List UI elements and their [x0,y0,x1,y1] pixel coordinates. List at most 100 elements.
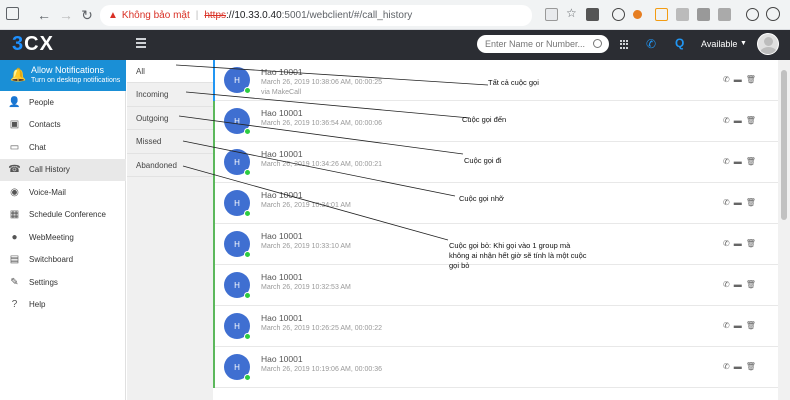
online-status-icon [244,374,251,381]
online-status-icon [244,333,251,340]
tab-icon[interactable] [6,7,19,20]
trash-icon[interactable]: 🗑 [746,75,756,84]
chat-icon[interactable]: ▬ [734,321,742,330]
phone-icon[interactable]: ✆ [723,321,730,330]
chat-icon[interactable]: ▬ [734,239,742,248]
phone-icon[interactable]: ✆ [723,75,730,84]
phone-icon[interactable]: ✆ [646,37,656,51]
chevron-down-icon[interactable]: ▼ [740,40,747,47]
trash-icon[interactable]: 🗑 [746,157,756,166]
sidebar-item-label: Contacts [29,120,61,129]
sidebar-item-label: Schedule Conference [29,210,106,219]
phone-icon[interactable]: ✆ [723,280,730,289]
call-type-bar [213,101,215,142]
star-icon[interactable]: ☆ [566,6,579,20]
scrollbar-thumb[interactable] [781,70,787,220]
extension-icon[interactable] [612,8,625,21]
phone-icon[interactable]: ✆ [723,239,730,248]
user-avatar[interactable] [757,33,779,55]
allow-notifications-banner[interactable]: 🔔 Allow Notifications Turn on desktop no… [0,60,126,91]
search-input[interactable] [477,35,609,53]
dialpad-icon[interactable] [620,40,629,49]
extension-icon[interactable] [676,8,689,21]
filter-all[interactable]: All [127,60,213,83]
scrollbar[interactable] [778,60,790,400]
sidebar-item-help[interactable]: ? Help [0,294,126,316]
download-icon[interactable] [586,8,599,21]
voicemail-icon: ◉ [10,186,19,198]
phone-icon[interactable]: ✆ [723,116,730,125]
chat-icon[interactable]: ▬ [734,116,742,125]
sidebar-item-switchboard[interactable]: ▤ Switchboard [0,249,126,271]
call-timestamp: March 26, 2019 10:19:06 AM, 00:00:36 [261,366,383,373]
trash-icon[interactable]: 🗑 [746,116,756,125]
status-label[interactable]: Available [701,39,737,49]
filter-missed[interactable]: Missed [127,131,213,154]
trash-icon[interactable]: 🗑 [746,362,756,371]
filter-incoming[interactable]: Incoming [127,84,213,107]
chat-icon[interactable]: ▬ [734,362,742,371]
chat-icon[interactable]: ▬ [734,75,742,84]
sidebar-item-schedule-conference[interactable]: ▦ Schedule Conference [0,204,126,226]
queue-icon[interactable]: Q [675,36,684,50]
address-bar[interactable]: ▲ Không bảo mật | https ://10.33.0.40 :5… [100,5,532,26]
caller-name: Hao 10001 [261,313,303,323]
reload-icon[interactable]: ↻ [79,7,95,23]
call-timestamp: March 26, 2019 10:38:06 AM, 00:00:25 [261,79,383,86]
sidebar-item-voice-mail[interactable]: ◉ Voice-Mail [0,181,126,203]
extension-icon[interactable] [697,8,710,21]
call-type-bar [213,265,215,306]
url-host: ://10.33.0.40 [226,10,282,21]
extension-icon[interactable] [718,8,731,21]
row-actions: ✆ ▬ 🗑 [723,280,756,289]
call-type-bar [213,142,215,183]
annotation-missed: Cuộc gọi nhỡ [459,194,504,203]
caller-name: Hao 10001 [261,149,303,159]
filter-abandoned[interactable]: Abandoned [127,154,213,177]
hamburger-icon[interactable] [136,38,146,50]
insecure-label: Không bảo mật [121,10,190,21]
sidebar-item-label: Settings [29,277,58,287]
forward-icon[interactable]: → [58,7,74,23]
chat-icon[interactable]: ▬ [734,157,742,166]
sidebar-item-people[interactable]: 👤 People [0,91,126,113]
sidebar-item-chat[interactable]: ▭ Chat [0,136,126,158]
translate-icon[interactable] [545,8,558,21]
sidebar-item-contacts[interactable]: ▣ Contacts [0,114,126,136]
table-row[interactable]: H Hao 10001 March 26, 2019 10:19:06 AM, 00… [213,347,778,388]
filter-outgoing[interactable]: Outgoing [127,107,213,130]
phone-icon[interactable]: ✆ [723,198,730,207]
sidebar-item-label: Help [29,300,46,309]
sidebar-item-call-history[interactable]: ☎ Call History [0,158,126,181]
sidebar-item-label: People [29,97,54,107]
profile-icon[interactable] [746,8,759,21]
trash-icon[interactable]: 🗑 [746,239,756,248]
trash-icon[interactable]: 🗑 [746,198,756,207]
phone-icon[interactable]: ✆ [723,157,730,166]
extension-icon[interactable] [633,10,642,19]
call-timestamp: March 26, 2019 10:36:54 AM, 00:00:06 [261,120,383,127]
back-icon[interactable]: ← [36,7,52,23]
chat-icon[interactable]: ▬ [734,198,742,207]
calendar-icon: ▦ [9,209,20,220]
phone-icon[interactable]: ✆ [723,362,730,371]
sidebar-item-webmeeting[interactable]: ● WebMeeting [0,226,126,248]
menu-circle-icon[interactable] [766,7,780,21]
search-icon[interactable] [593,39,602,48]
contacts-icon: ▣ [9,119,20,130]
url-scheme: https [204,10,227,21]
call-timestamp: March 26, 2019 10:33:10 AM [261,243,351,250]
trash-icon[interactable]: 🗑 [746,321,756,330]
row-actions: ✆ ▬ 🗑 [723,116,756,125]
table-row[interactable]: H Hao 10001 March 26, 2019 10:32:53 AM ✆ ▬ 🗑 [213,265,778,306]
warning-icon: ▲ [108,10,118,21]
extension-icon[interactable] [655,8,668,21]
sidebar-item-settings[interactable]: ✎ Settings [0,271,126,293]
call-type-bar [213,224,215,265]
trash-icon[interactable]: 🗑 [746,280,756,289]
webmeeting-icon: ● [11,231,18,243]
chat-icon[interactable]: ▬ [734,280,742,289]
caller-name: Hao 10001 [261,190,303,200]
table-row[interactable]: H Hao 10001 March 26, 2019 10:26:25 AM, 00… [213,306,778,347]
call-timestamp: March 26, 2019 10:34:01 AM [261,202,351,209]
